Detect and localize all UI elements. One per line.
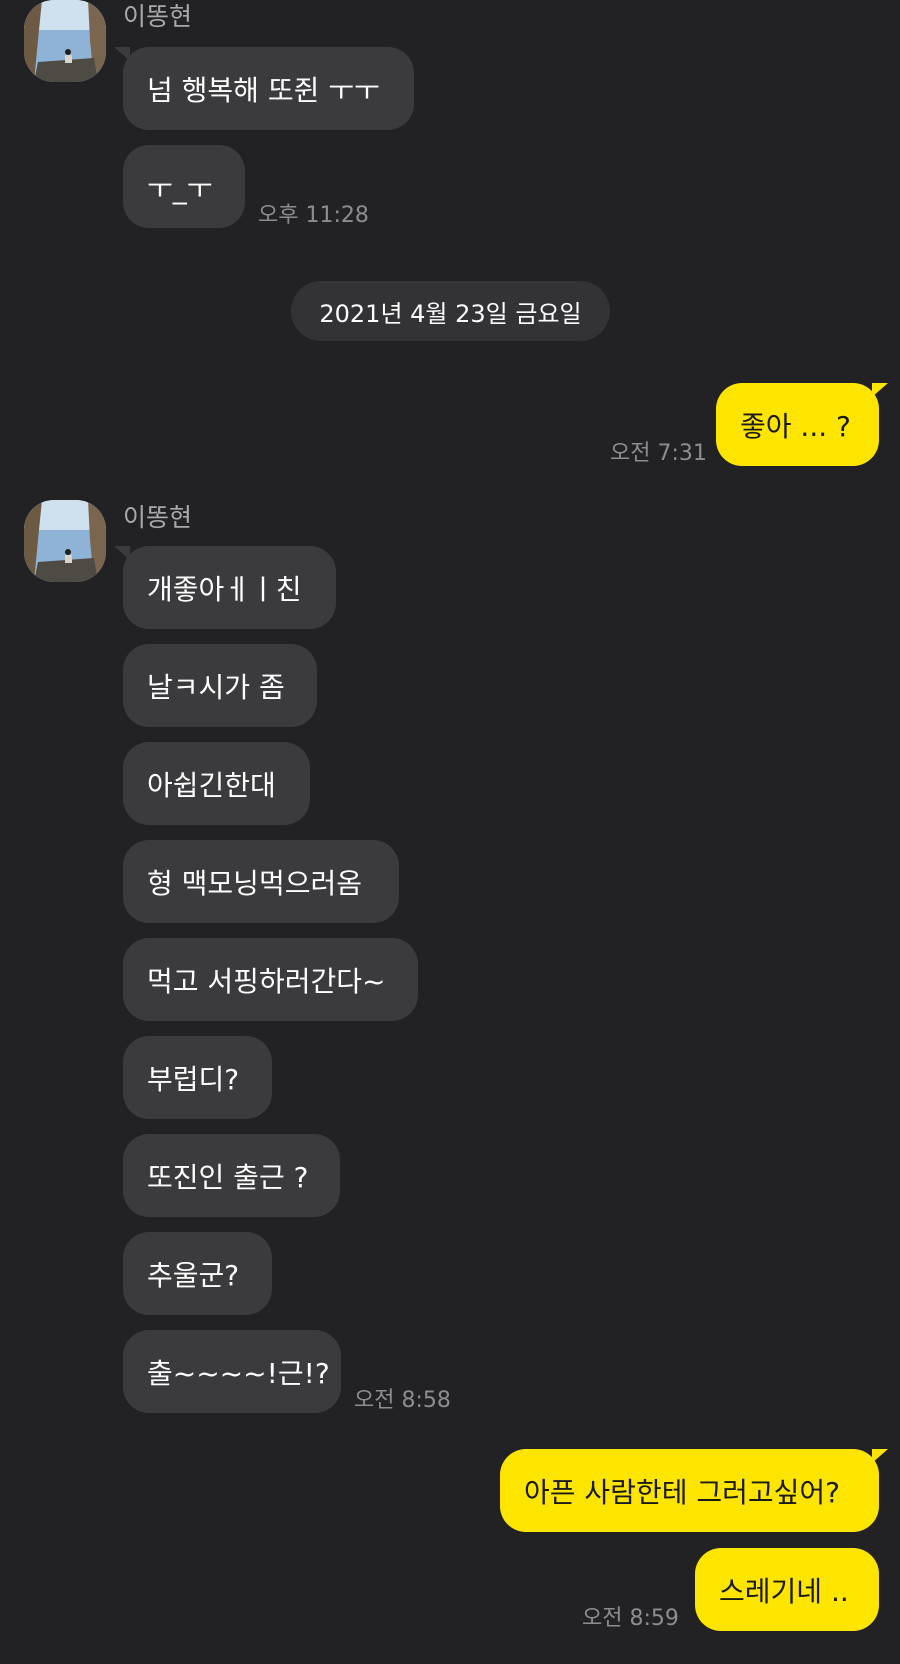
bubble-tail	[872, 383, 888, 397]
message-bubble[interactable]: 또진인 출근 ?	[123, 1134, 340, 1217]
message-bubble[interactable]: 출~~~~!근!?	[123, 1330, 341, 1413]
message-timestamp: 오후 11:28	[258, 203, 369, 228]
message-bubble[interactable]: 날ㅋ시가 좀	[123, 644, 317, 727]
message-bubble[interactable]: 추울군?	[123, 1232, 272, 1315]
message-text: 먹고 서핑하러간다~	[147, 964, 386, 998]
message-text: 출~~~~!근!?	[147, 1356, 330, 1390]
message-timestamp: 오전 7:31	[610, 441, 707, 466]
message-text: 개좋아ㅔㅣ친	[147, 572, 302, 606]
date-separator: 2021년 4월 23일 금요일	[291, 281, 610, 341]
bubble-tail	[114, 47, 130, 61]
avatar[interactable]	[24, 500, 106, 582]
message-bubble[interactable]: 형 맥모닝먹으러옴	[123, 840, 399, 923]
sender-name: 이똥현	[123, 503, 193, 532]
message-bubble[interactable]: 먹고 서핑하러간다~	[123, 938, 418, 1021]
avatar[interactable]	[24, 0, 106, 82]
message-text: 부럽디?	[147, 1062, 240, 1096]
message-text: 또진인 출근 ?	[147, 1160, 309, 1194]
message-text: 좋아 ... ?	[740, 409, 851, 443]
my-message-bubble[interactable]: 아픈 사람한테 그러고싶어?	[500, 1449, 888, 1532]
message-text: ㅜ_ㅜ	[147, 171, 213, 205]
message-bubble[interactable]: ㅜ_ㅜ	[123, 145, 245, 228]
message-text: 추울군?	[147, 1258, 240, 1292]
avatar-photo	[24, 500, 106, 582]
message-text: 넘 행복해 또쥔 ㅜㅜ	[147, 73, 380, 107]
my-message-bubble[interactable]: 좋아 ... ?	[716, 383, 888, 466]
message-text: 스레기네 ..	[719, 1574, 849, 1608]
message-bubble[interactable]: 넘 행복해 또쥔 ㅜㅜ	[114, 47, 414, 130]
sender-name: 이똥현	[123, 2, 193, 31]
message-bubble[interactable]: 아쉽긴한대	[123, 742, 310, 825]
avatar-photo	[24, 0, 106, 82]
message-bubble[interactable]: 부럽디?	[123, 1036, 272, 1119]
my-message-bubble[interactable]: 스레기네 ..	[695, 1548, 879, 1631]
bubble-tail	[114, 546, 130, 560]
message-timestamp: 오전 8:58	[354, 1388, 451, 1413]
bubble-tail	[872, 1449, 888, 1463]
message-timestamp: 오전 8:59	[582, 1606, 679, 1631]
message-text: 형 맥모닝먹으러옴	[147, 866, 362, 900]
message-bubble[interactable]: 개좋아ㅔㅣ친	[114, 546, 336, 629]
message-text: 날ㅋ시가 좀	[147, 670, 285, 704]
message-text: 아픈 사람한테 그러고싶어?	[524, 1475, 841, 1509]
message-text: 아쉽긴한대	[147, 768, 276, 802]
